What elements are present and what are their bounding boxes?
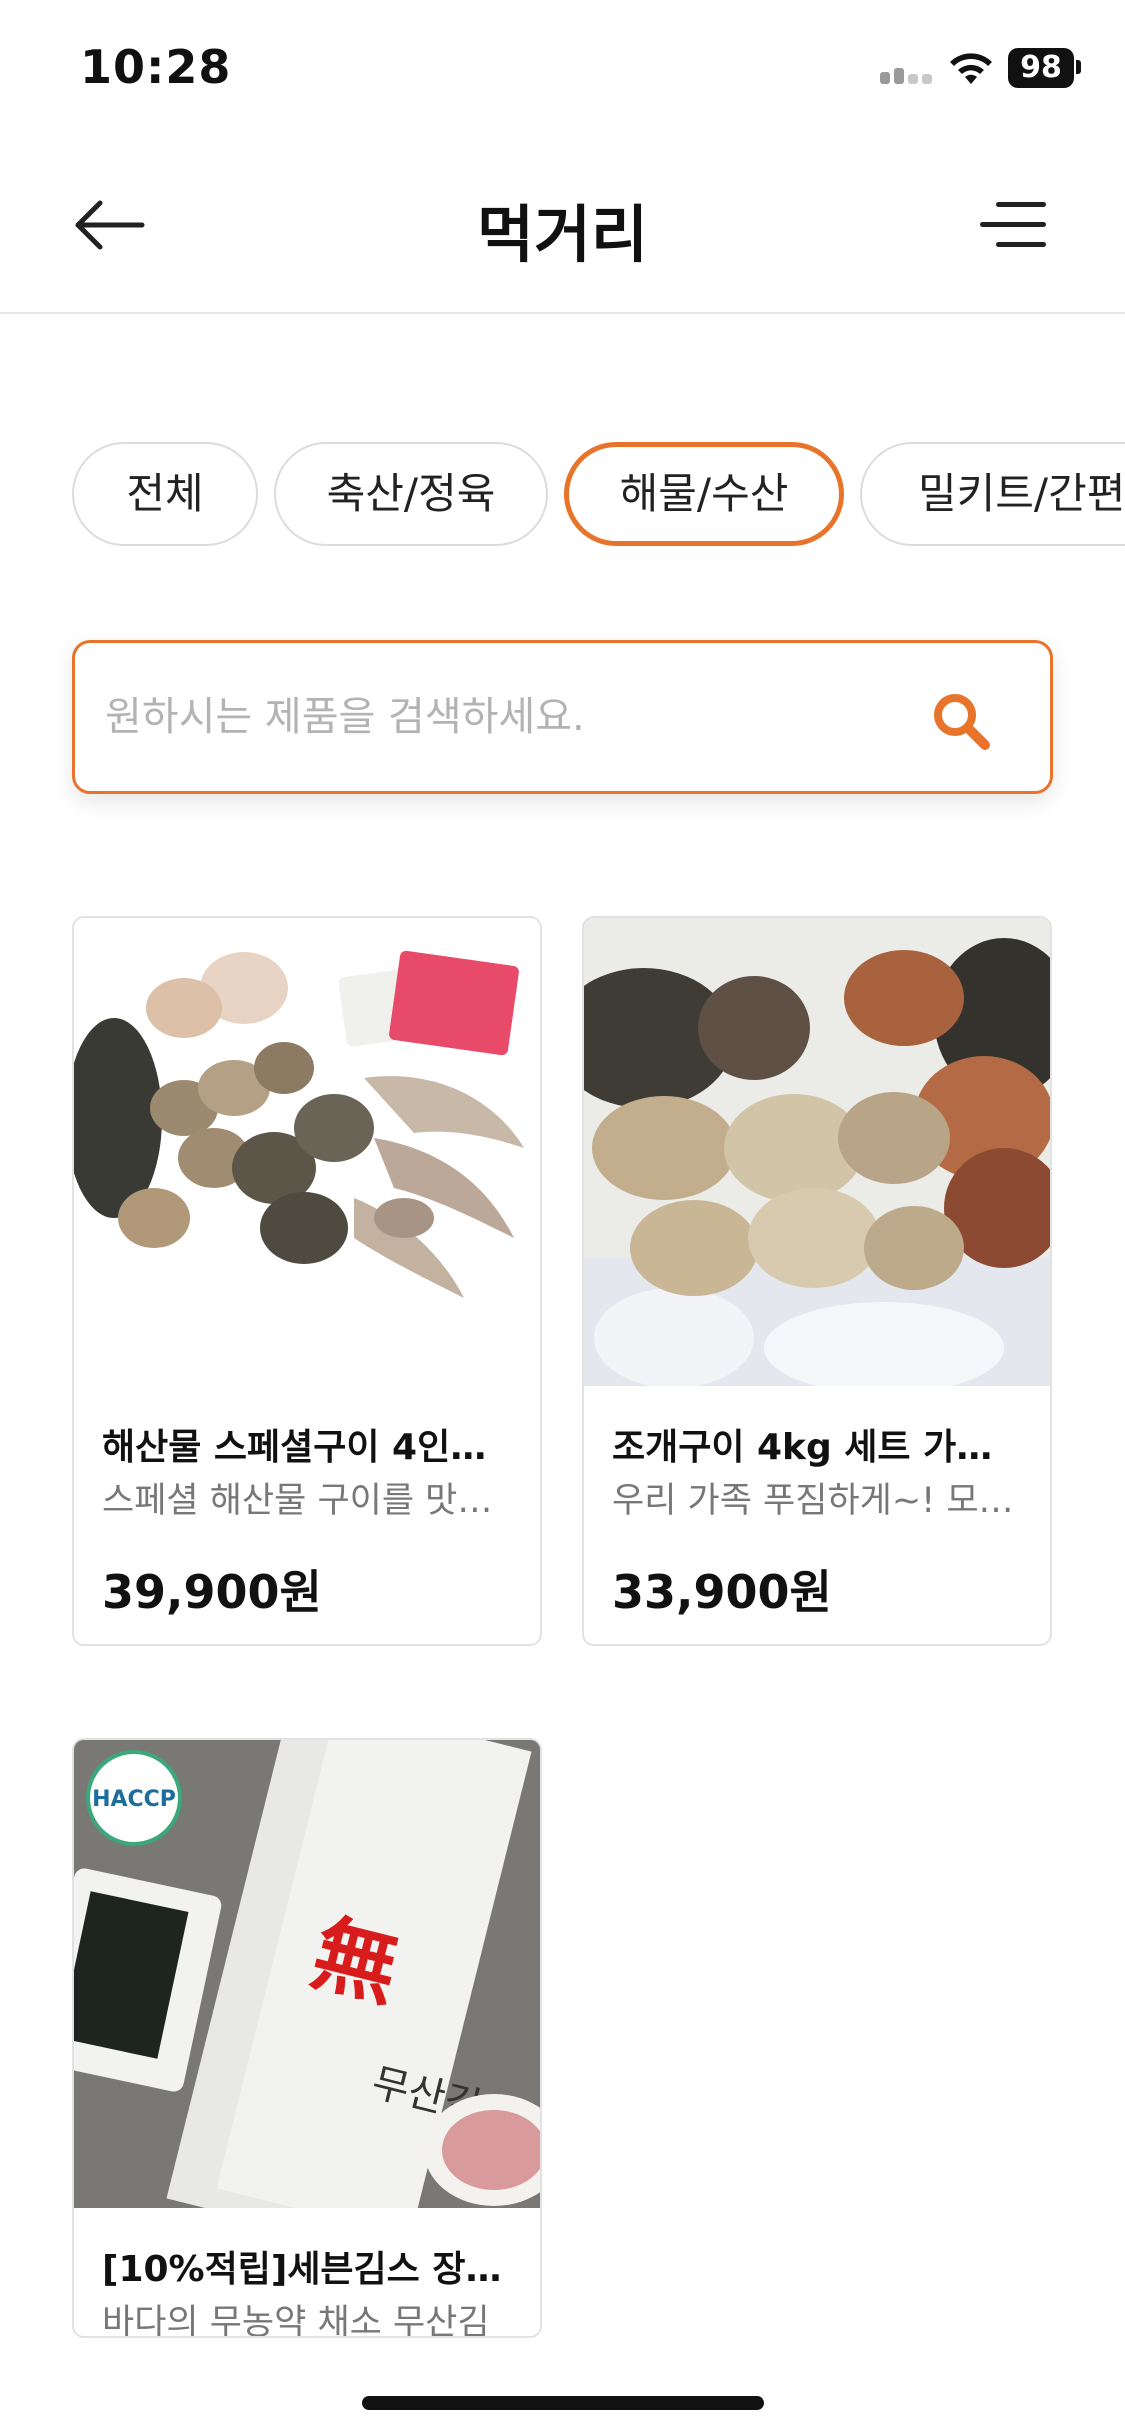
- product-card[interactable]: 해산물 스페셜구이 4인용 '… 스페셜 해산물 구이를 맛보… 39,900원: [72, 916, 542, 1646]
- product-price: 39,900원: [102, 1565, 322, 1619]
- product-image-seafood-mix: [74, 918, 540, 1386]
- wifi-icon: [950, 53, 992, 84]
- product-description: 바다의 무농약 채소 무산김: [102, 2303, 490, 2338]
- tab-seafood[interactable]: 해물/수산: [564, 442, 844, 546]
- search-input[interactable]: [105, 643, 925, 791]
- tab-mealkit[interactable]: 밀키트/간편조: [860, 442, 1125, 546]
- signal-icon: [880, 62, 936, 84]
- product-image-clams: [584, 918, 1050, 1386]
- status-bar: 10:28 98: [0, 0, 1125, 140]
- product-card[interactable]: 조개구이 4kg 세트 가족셋트 우리 가족 푸짐하게~! 모듬… 33,900…: [582, 916, 1052, 1646]
- product-card[interactable]: 無 무산김 HACCP [10%적립]세븐김스 장흥… 바다의 무농약 채소 무…: [72, 1738, 542, 2338]
- app-screen: 10:28 98 먹거리 전체 축산/정육 해물/수산 밀키트/간편조: [0, 0, 1125, 2436]
- product-description: 스페셜 해산물 구이를 맛보…: [102, 1481, 512, 1521]
- top-app-bar: 먹거리: [0, 140, 1125, 314]
- product-image-seaweed: 無 무산김 HACCP: [74, 1740, 540, 2208]
- product-name: [10%적립]세븐김스 장흥…: [102, 2249, 512, 2290]
- search-box: [72, 640, 1053, 794]
- battery-icon: 98: [1008, 48, 1074, 88]
- product-name: 조개구이 4kg 세트 가족셋트: [612, 1427, 1022, 1468]
- battery-tip: [1076, 60, 1081, 74]
- tab-meat[interactable]: 축산/정육: [274, 442, 548, 546]
- home-indicator[interactable]: [362, 2396, 764, 2410]
- product-name: 해산물 스페셜구이 4인용 '…: [102, 1427, 512, 1468]
- tab-all[interactable]: 전체: [72, 442, 258, 546]
- product-price: 33,900원: [612, 1565, 832, 1619]
- page-title: 먹거리: [476, 198, 649, 271]
- search-icon[interactable]: [927, 687, 997, 757]
- category-tabs: 전체 축산/정육 해물/수산 밀키트/간편조: [72, 440, 1125, 550]
- svg-text:HACCP: HACCP: [92, 1787, 176, 1812]
- status-time: 10:28: [80, 40, 232, 94]
- product-description: 우리 가족 푸짐하게~! 모듬…: [612, 1481, 1022, 1521]
- hamburger-menu-icon[interactable]: [980, 196, 1052, 256]
